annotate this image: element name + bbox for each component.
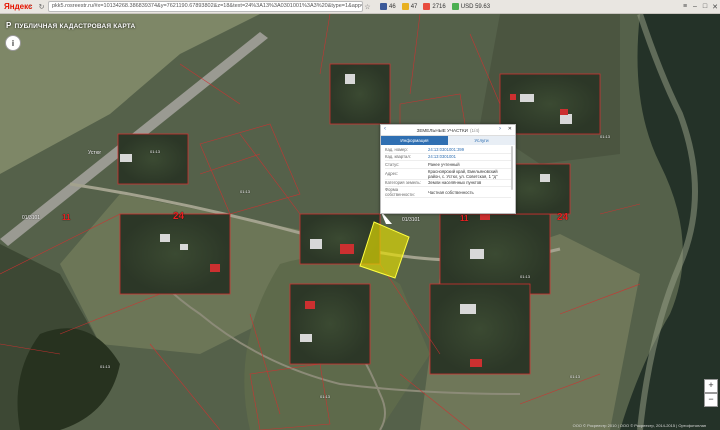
bookmark-currency[interactable]: USD 59.63 [451,3,490,10]
close-icon[interactable]: ✕ [710,3,720,11]
prev-arrow-icon[interactable]: ‹ [384,126,386,132]
back-icon[interactable]: ‹ [26,2,35,11]
feed-icon [423,3,431,10]
popup-attributes: Кад. номер: 24:13:0301001:399 Кад. квартал… [381,145,515,199]
parcel-info-popup: ‹ ЗЕМЕЛЬНЫЕ УЧАСТКИ (1/4) › ✕ Информация… [380,124,516,214]
reload-icon[interactable]: ↻ [37,2,46,11]
attribute-value[interactable]: 24:13:0301001 [428,154,511,159]
attribute-row: Кад. квартал: 24:13:0301001 [385,154,511,161]
bookmark-vk[interactable]: 46 [380,3,396,10]
app-title[interactable]: Р ПУБЛИЧНАЯ КАДАСТРОВАЯ КАРТА [6,21,135,30]
quarter-number-label: 01/3101 [22,215,41,221]
parcel-number-label: 01:13 [520,274,531,279]
attribute-row: Адрес: Красноярский край, Емельяновский р… [385,169,511,180]
attribute-row: Форма собственности: Частная собственност… [385,187,511,198]
parcel-number-label: 01:13 [100,364,111,369]
zoom-out-button[interactable]: − [704,393,718,407]
currency-icon [451,3,459,10]
parcel-number-label: 01:13 [240,189,251,194]
attribute-key: Форма собственности: [385,187,415,197]
rosreestr-logo: Р [6,21,12,30]
attribute-key: Кад. квартал: [385,154,411,160]
quarter-label: 24 [557,212,569,223]
attribute-value[interactable]: 24:13:0301001:399 [428,147,511,152]
vk-icon [380,3,387,10]
popup-tabs: Информация Услуги [381,136,515,145]
attribute-value: Частная собственность [428,189,474,195]
maximize-icon[interactable]: □ [700,3,710,10]
tab-services[interactable]: Услуги [448,136,515,145]
bookmark-feed[interactable]: 2716 [423,3,446,10]
yandex-logo: Яндекс [4,2,33,11]
popup-scrollbar[interactable] [511,146,513,190]
popup-header: ‹ ЗЕМЕЛЬНЫЕ УЧАСТКИ (1/4) › ✕ [381,125,515,136]
quarter-label: 11 [62,213,71,222]
attribute-row: Кад. номер: 24:13:0301001:399 [385,146,511,154]
parcel-number-label: 01:13 [570,374,581,379]
attribute-key: Категория земель: [385,180,421,186]
popup-count: (1/4) [469,127,480,133]
mail-icon [401,3,409,10]
attribute-key: Статус: [385,161,400,167]
menu-icon[interactable]: ≡ [680,3,690,10]
attribute-row: Категория земель: Земли населённых пункто… [385,180,511,187]
place-label: Устюг [88,150,102,156]
attribute-value: Ранее учтенный [428,161,460,167]
browser-toolbar: Яндекс ‹ ↻ pkk5.rosreestr.ru/#x=10134268… [0,0,720,14]
map-view[interactable]: Р ПУБЛИЧНАЯ КАДАСТРОВАЯ КАРТА i 24 24 11 … [0,14,720,430]
bookmark-mail[interactable]: 47 [401,3,417,10]
address-bar[interactable]: pkk5.rosreestr.ru/#x=10134268.386839374&… [48,1,363,12]
attribute-key: Адрес: [385,171,399,176]
attribute-value: Красноярский край, Емельяновский район, … [428,168,498,179]
map-attribution: ООО © Росреестр 2010 | ООО © Росреестр, … [572,423,706,428]
attribute-key: Кад. номер: [385,146,408,152]
star-icon[interactable]: ☆ [363,2,372,11]
app-title-text: ПУБЛИЧНАЯ КАДАСТРОВАЯ КАРТА [14,23,136,30]
quarter-label: 24 [173,211,185,222]
close-icon[interactable]: ✕ [508,126,512,132]
parcel-number-label: 01:13 [150,149,161,154]
next-arrow-icon[interactable]: › [499,126,501,132]
tab-information[interactable]: Информация [381,136,448,145]
info-button[interactable]: i [5,35,21,51]
zoom-in-button[interactable]: + [704,379,718,393]
attribute-value: Земли населённых пунктов [428,180,482,186]
popup-title: ЗЕМЕЛЬНЫЕ УЧАСТКИ [416,127,468,133]
minimize-icon[interactable]: – [690,3,700,10]
parcel-number-label: 01:13 [600,134,611,139]
quarter-number-label: 01/3101 [402,217,421,223]
attribute-row: Статус: Ранее учтенный [385,161,511,169]
parcel-number-label: 01:13 [320,394,331,399]
quarter-label: 11 [460,214,469,223]
